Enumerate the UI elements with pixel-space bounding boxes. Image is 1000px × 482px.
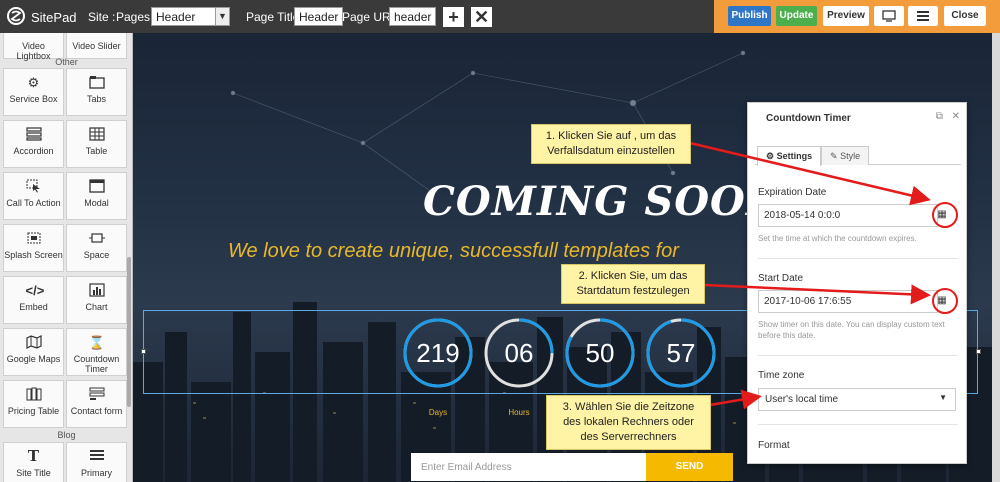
arrow-1: [689, 141, 931, 206]
callout-timezone: 3. Wählen Sie die Zeitzone des lokalen R…: [546, 395, 711, 450]
callout-start-date: 2. Klicken Sie, um das Startdatum festzu…: [561, 264, 705, 304]
sitepad-editor: SitePad Site : Pages : Header ▼ Page Tit…: [0, 0, 1000, 482]
callout-arrows: [689, 141, 931, 410]
arrow-3: [709, 389, 762, 410]
arrow-2: [703, 283, 931, 305]
callout-expiration: 1. Klicken Sie auf , um das Verfallsdatu…: [531, 124, 691, 164]
